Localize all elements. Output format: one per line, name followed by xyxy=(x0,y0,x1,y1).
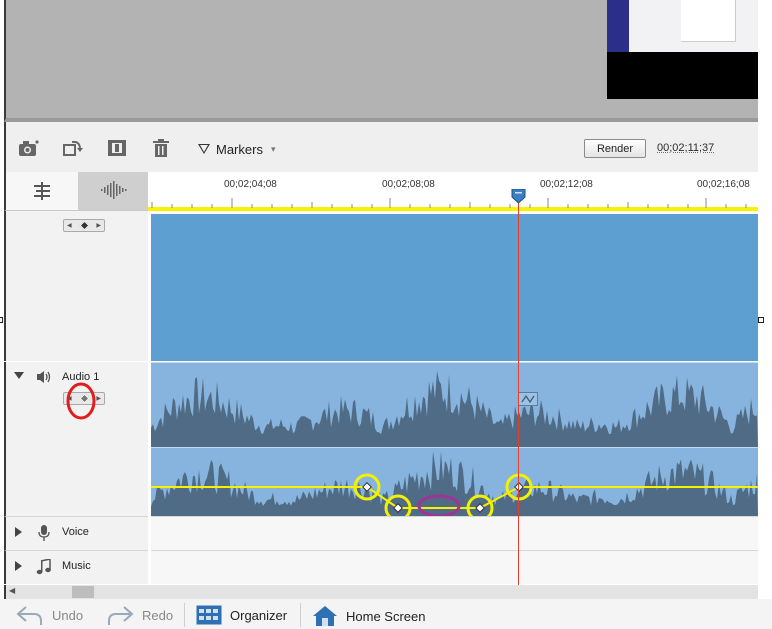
microphone-icon[interactable] xyxy=(38,525,50,541)
voice-track-name: Voice xyxy=(62,526,89,538)
timeline-scrollbar[interactable]: ◀ xyxy=(4,585,758,599)
scrollbar-thumb[interactable] xyxy=(72,586,94,598)
music-note-icon[interactable] xyxy=(36,559,52,575)
voice-track-header: Voice xyxy=(4,516,148,550)
next-keyframe-icon[interactable]: ▶ xyxy=(96,395,101,402)
markers-menu-button[interactable]: Markers ▾ xyxy=(198,140,275,158)
waveform-channel xyxy=(151,370,758,447)
audio-clip[interactable] xyxy=(151,362,758,522)
timeline-view-icon xyxy=(34,182,50,200)
camera-icon[interactable] xyxy=(18,139,40,157)
undo-button[interactable]: Undo xyxy=(16,605,83,625)
audio-track-header: Audio 1 ◀ ▶ xyxy=(4,362,148,516)
next-keyframe-icon[interactable]: ▶ xyxy=(96,222,101,229)
home-icon xyxy=(313,606,337,626)
music-track-header: Music xyxy=(4,550,148,584)
waveform-view-tab[interactable] xyxy=(78,172,150,210)
redo-icon xyxy=(108,606,134,625)
timeline-view-tab[interactable] xyxy=(6,172,78,210)
music-track-lane[interactable] xyxy=(151,550,758,584)
preview-thumbnail xyxy=(607,0,758,99)
resize-handle[interactable] xyxy=(758,317,764,323)
ruler-tick-label: 00;02;12;08 xyxy=(540,179,593,190)
prev-keyframe-icon[interactable]: ◀ xyxy=(67,222,72,229)
waveform-view-icon xyxy=(101,181,127,199)
organizer-grid-icon xyxy=(196,605,222,625)
ruler-tick-label: 00;02;16;08 xyxy=(697,179,750,190)
expand-triangle-icon[interactable] xyxy=(15,527,22,537)
add-keyframe-icon[interactable] xyxy=(79,393,89,404)
view-toggle-bar xyxy=(4,172,150,211)
divider xyxy=(300,603,301,627)
current-timecode[interactable]: 00;02;11;37 xyxy=(657,142,714,154)
markers-icon xyxy=(198,144,210,154)
clip-link-icon[interactable] xyxy=(518,392,538,406)
markers-label: Markers xyxy=(216,141,263,157)
undo-icon xyxy=(16,606,42,625)
render-button[interactable]: Render xyxy=(584,139,646,158)
video-track-header: ◀ ▶ xyxy=(4,211,148,361)
video-keyframe-control[interactable]: ◀ ▶ xyxy=(63,219,105,232)
resize-handle[interactable] xyxy=(0,317,3,323)
undo-label: Undo xyxy=(52,607,84,623)
video-clip[interactable] xyxy=(151,214,758,361)
voice-track-lane[interactable] xyxy=(151,516,758,550)
redo-label: Redo xyxy=(142,607,174,623)
expand-triangle-icon[interactable] xyxy=(14,372,24,379)
divider xyxy=(184,603,185,627)
home-screen-button[interactable]: Home Screen xyxy=(312,605,425,627)
monitor-panel xyxy=(0,0,772,122)
add-keyframe-icon[interactable] xyxy=(79,220,89,231)
freeze-frame-icon[interactable] xyxy=(106,139,128,157)
music-track-name: Music xyxy=(62,560,91,572)
redo-button[interactable]: Redo xyxy=(106,605,173,625)
time-ruler[interactable]: 00;02;04;08 00;02;08;08 00;02;12;08 00;0… xyxy=(148,172,758,211)
scroll-left-arrow-icon[interactable]: ◀ xyxy=(9,586,15,595)
rotate-icon[interactable] xyxy=(62,139,84,157)
audio-keyframe-control[interactable]: ◀ ▶ xyxy=(63,392,105,405)
playhead-line xyxy=(518,196,519,585)
ruler-ticks xyxy=(151,198,747,208)
prev-keyframe-icon[interactable]: ◀ xyxy=(67,395,72,402)
timeline-toolbar: Markers ▾ Render 00;02;11;37 xyxy=(4,122,758,172)
bottom-bar: Undo Redo Organizer Home Screen xyxy=(0,599,772,629)
app-window: Markers ▾ Render 00;02;11;37 00;02;04;08… xyxy=(0,0,772,629)
audio-waveform xyxy=(151,370,758,522)
expand-triangle-icon[interactable] xyxy=(15,561,22,571)
audio-track-name: Audio 1 xyxy=(62,371,100,383)
trash-icon[interactable] xyxy=(150,139,172,157)
speaker-icon[interactable] xyxy=(36,370,52,384)
organizer-label: Organizer xyxy=(230,607,288,623)
home-screen-label: Home Screen xyxy=(346,608,426,624)
chevron-down-icon: ▾ xyxy=(270,143,276,154)
ruler-tick-label: 00;02;04;08 xyxy=(224,179,277,190)
playhead-handle[interactable] xyxy=(511,189,526,203)
organizer-button[interactable]: Organizer xyxy=(196,605,287,625)
ruler-tick-label: 00;02;08;08 xyxy=(382,179,435,190)
